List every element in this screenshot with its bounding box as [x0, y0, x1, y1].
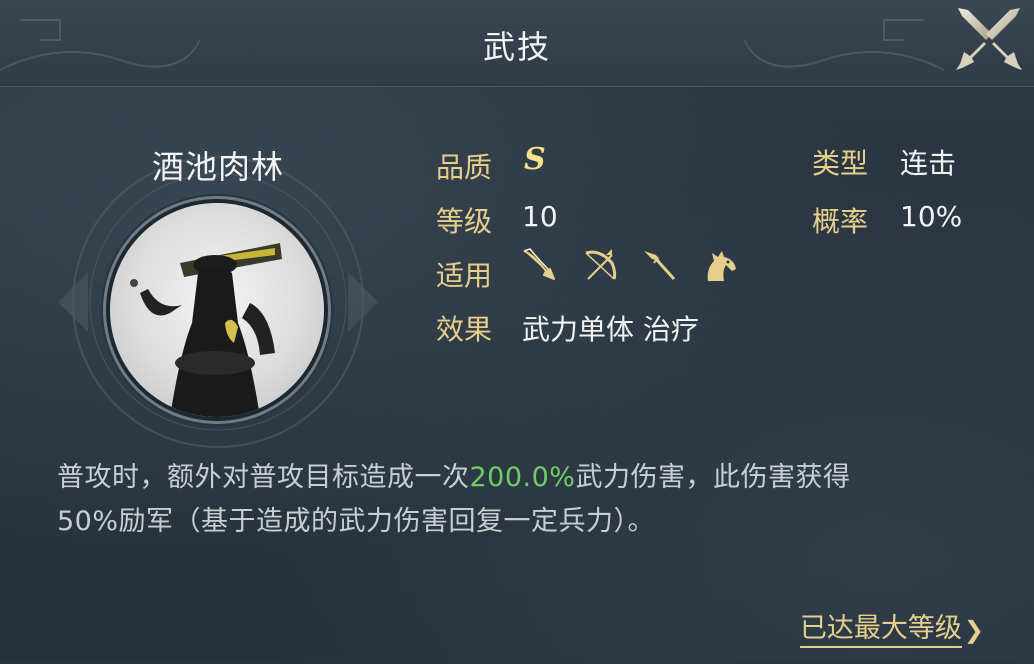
skill-description: 普攻时，额外对普攻目标造成一次200.0%武力伤害，此伤害获得 50%励军（基于…: [57, 456, 977, 544]
page-title: 武技: [482, 28, 551, 66]
rate-label: 概率: [812, 205, 869, 238]
quality-grade: S: [524, 142, 546, 177]
warrior-figure-icon: [130, 243, 282, 417]
description-text-2: 武力伤害，此伤害获得: [575, 462, 851, 493]
level-value: 10: [522, 200, 558, 233]
quality-label: 品质: [436, 151, 493, 184]
bow-icon: [585, 249, 617, 280]
max-level-label: 已达最大等级: [799, 612, 962, 648]
spear-icon: [644, 251, 676, 281]
effect-label: 效果: [436, 313, 493, 346]
type-value: 连击: [900, 147, 957, 180]
max-level-link[interactable]: 已达最大等级 ❯: [799, 612, 984, 648]
description-highlight: 200.0%: [469, 462, 576, 493]
description-text-3: 50%励军（基于造成的武力伤害回复一定兵力）。: [57, 506, 656, 537]
horse-icon: [707, 251, 736, 281]
sword-icon: [523, 248, 555, 280]
level-label: 等级: [436, 205, 493, 238]
effect-value: 武力单体 治疗: [522, 313, 699, 346]
chevron-right-icon: ❯: [963, 616, 984, 644]
description-text-1: 普攻时，额外对普攻目标造成一次: [57, 462, 470, 493]
rate-value: 10%: [900, 200, 963, 233]
close-icon[interactable]: [952, 2, 1026, 76]
type-label: 类型: [812, 147, 869, 180]
skill-portrait: [110, 203, 324, 417]
applicable-label: 适用: [436, 259, 493, 292]
skill-name: 酒池肉林: [151, 148, 284, 186]
header-bar: 武技: [0, 0, 1034, 87]
